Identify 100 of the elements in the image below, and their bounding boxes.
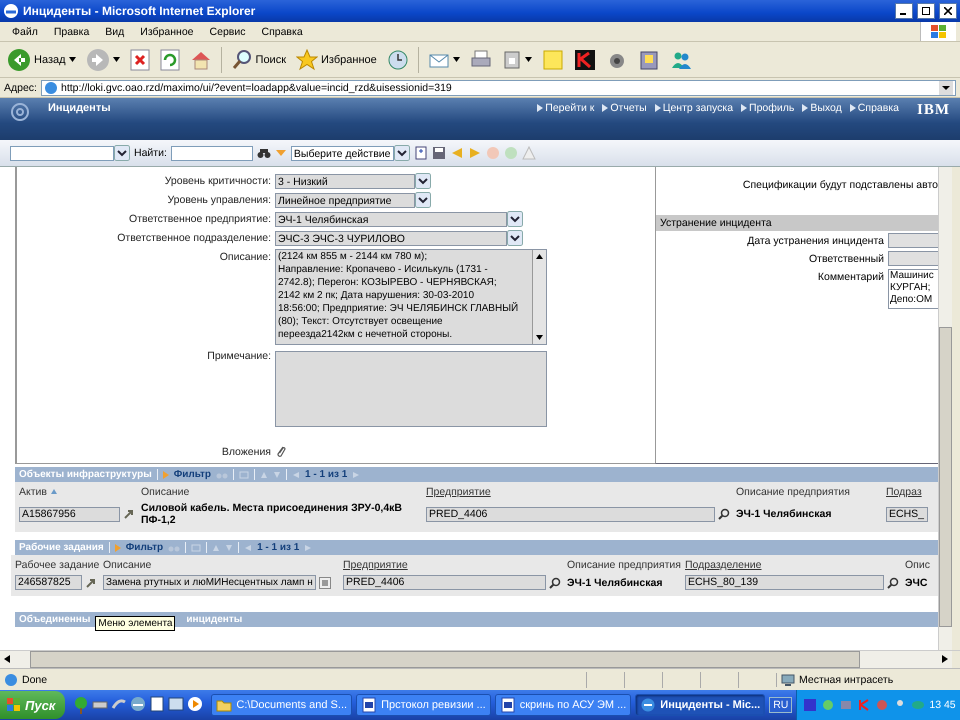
address-field[interactable]: http://loki.gvc.oao.rzd/maximo/ui/?event=loadapp&value=incid_rzd&uisessionid=319 — [40, 80, 956, 96]
header-link[interactable]: Отчеты — [610, 102, 647, 114]
window-icon[interactable] — [168, 696, 184, 712]
column-header: Описание — [141, 486, 190, 498]
field-label: Ответственное предприятие: — [128, 212, 271, 227]
toolbar-button[interactable]: Назад — [4, 46, 79, 74]
dropdown-caret-icon[interactable] — [68, 57, 76, 62]
tray-icon[interactable] — [803, 698, 818, 712]
close-button[interactable] — [939, 3, 957, 19]
dropdown-caret-icon[interactable] — [452, 57, 460, 62]
field-label: Уровень управления: — [166, 193, 271, 208]
select-field[interactable]: ЭЧ-1 Челябинская — [275, 212, 507, 226]
description-field[interactable]: (2124 км 855 м - 2144 км 780 м); Направление: Кропачево - Исилькуль (1731 - 2742.8); Перегон: КОЗЫРЕВО - ЧЕРНЯВСКАЯ; 2142 км 2 пк; Дата нарушения: 30-03-2010 18:56:00; Предприятие: ЭЧ ЧЕЛЯБИНСК ГЛАВНЫЙ (80); Текст: Отсутствует освещение переезда2142км с нечетной стороны. — [275, 249, 547, 345]
edit-icon[interactable] — [502, 48, 522, 70]
toolbar-button[interactable]: Поиск — [228, 46, 290, 72]
field-label: Описание: — [218, 250, 271, 265]
maximize-icon — [922, 7, 930, 15]
link-arrow-icon[interactable] — [654, 104, 661, 112]
table-field[interactable]: PRED_4406 — [343, 575, 546, 590]
table-field[interactable]: ECHS_80_139 — [685, 575, 884, 590]
maximize-button[interactable] — [917, 3, 935, 19]
language-indicator[interactable]: RU — [769, 697, 792, 713]
link-arrow-icon[interactable] — [602, 104, 608, 112]
menu-item[interactable]: Сервис — [202, 26, 254, 38]
search-icon[interactable] — [549, 576, 561, 588]
select-field[interactable] — [10, 146, 114, 160]
select-field[interactable]: ЭЧС-3 ЭЧС-3 ЧУРИЛОВО — [275, 230, 507, 246]
document-icon[interactable] — [149, 696, 166, 712]
window-title: Инциденты - Microsoft Internet Explorer — [23, 4, 256, 18]
taskbar-button[interactable]: скринь по АСУ ЭМ ... — [494, 694, 632, 716]
column-header[interactable]: Предприятие — [343, 559, 408, 571]
dropdown-caret-icon[interactable] — [112, 57, 120, 62]
search-icon[interactable] — [887, 576, 899, 588]
table-field[interactable]: ECHS_ — [886, 506, 928, 522]
link-arrow-icon[interactable] — [537, 104, 544, 112]
action-select[interactable]: Выберите действие — [290, 146, 394, 160]
table-field[interactable]: PRED_4406 — [426, 506, 715, 522]
menu-item[interactable]: Избранное — [132, 26, 202, 38]
column-header: Актив — [19, 486, 58, 498]
menu-item[interactable]: Файл — [4, 26, 46, 38]
browser-icon[interactable] — [130, 696, 146, 712]
header-link[interactable]: Справка — [858, 102, 899, 114]
find-label: Найти: — [134, 147, 167, 159]
link-arrow-icon[interactable] — [741, 104, 748, 112]
table-field[interactable]: Замена ртутных и люМИНесцентных ламп н — [103, 575, 316, 590]
table-cell: ЭЧ-1 Челябинская — [567, 576, 662, 588]
select-field[interactable]: 3 - Низкий — [275, 174, 415, 188]
star-icon[interactable] — [296, 48, 318, 70]
field-label: Дата устранения инцидента — [747, 234, 884, 249]
binoculars-icon[interactable] — [256, 147, 271, 159]
paperclip-icon[interactable] — [275, 444, 287, 458]
table-cell-text: Силовой кабель. Места присоединения ЗРУ-0,4кВ ПФ-1,2 — [141, 502, 404, 526]
input-field[interactable] — [888, 233, 938, 248]
filter-button[interactable]: Фильтр — [126, 542, 164, 553]
note-field[interactable] — [275, 351, 547, 427]
column-header[interactable]: Предприятие — [426, 486, 491, 498]
header-link[interactable]: Профиль — [749, 102, 794, 114]
menu-item[interactable]: Правка — [46, 26, 98, 38]
address-label: Адрес: — [4, 82, 37, 94]
search-icon[interactable] — [718, 508, 730, 520]
menu-item[interactable]: Вид — [97, 26, 132, 38]
media-icon[interactable] — [187, 696, 204, 712]
table-field[interactable]: A15867956 — [19, 506, 120, 522]
dropdown-caret-icon[interactable] — [524, 57, 532, 62]
input-field[interactable] — [888, 251, 938, 266]
back-icon[interactable] — [7, 48, 31, 72]
sort-icon[interactable] — [50, 488, 58, 496]
filter-button[interactable]: Фильтр — [174, 469, 212, 480]
column-header[interactable]: Подраз — [886, 486, 922, 498]
browser-icon — [3, 3, 19, 19]
search-icon[interactable] — [230, 48, 253, 70]
taskbar-button[interactable]: Прстокол ревизии ... — [356, 694, 491, 716]
table-field[interactable]: 246587825 — [15, 575, 82, 590]
arrow-icon[interactable] — [85, 576, 97, 588]
tree-icon[interactable] — [73, 696, 90, 714]
arrow-icon[interactable] — [123, 508, 135, 520]
menu-icon[interactable] — [318, 576, 331, 588]
header-link[interactable]: Центр запуска — [662, 102, 734, 114]
select-field[interactable]: Линейное предприятие — [275, 192, 415, 208]
find-field[interactable] — [170, 146, 253, 160]
minimize-button[interactable] — [895, 3, 913, 19]
link-arrow-icon[interactable] — [802, 104, 808, 112]
field-label: Ответственный — [809, 252, 884, 267]
table-cell: ЭЧС — [905, 576, 928, 588]
section-title: Устранение инцидента — [660, 217, 772, 229]
menu-item[interactable]: Справка — [253, 26, 311, 38]
column-header[interactable]: Подразделение — [685, 559, 762, 571]
header-link[interactable]: Перейти к — [545, 102, 594, 114]
new-icon[interactable] — [414, 146, 428, 160]
comment-field[interactable]: Машинис КУРГАН; Депо:ОМ — [888, 269, 938, 309]
save-icon[interactable] — [432, 146, 446, 160]
taskbar-button[interactable]: C:\Documents and S... — [211, 694, 352, 716]
toolbar-button[interactable]: Избранное — [293, 46, 380, 72]
taskbar-button[interactable]: Инциденты - Mic... — [635, 694, 766, 716]
tooltip: Меню элемента — [95, 616, 176, 631]
scroll-thumb[interactable] — [30, 651, 860, 668]
link-arrow-icon[interactable] — [850, 104, 856, 112]
header-link[interactable]: Выход — [810, 102, 842, 114]
column-header: Опис — [905, 559, 930, 571]
scroll-thumb[interactable] — [939, 327, 952, 627]
